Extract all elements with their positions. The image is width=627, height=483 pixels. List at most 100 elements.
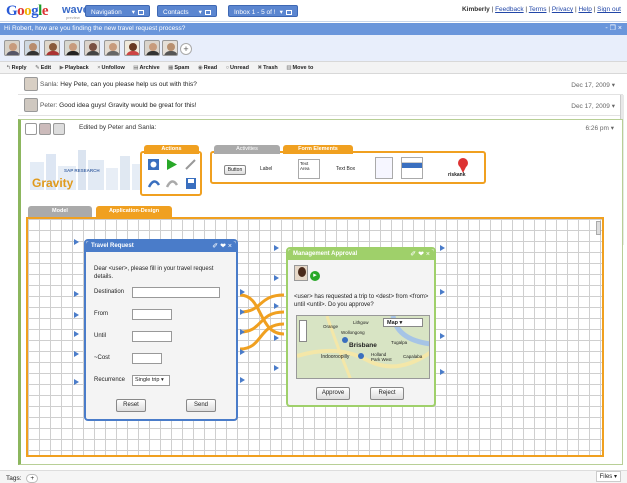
read-button[interactable]: ◉Read bbox=[198, 65, 217, 71]
map-type-select[interactable]: Map ▾ bbox=[383, 318, 423, 327]
archive-button[interactable]: ▤Archive bbox=[133, 65, 159, 71]
blip[interactable]: Peter: Good idea guys! Gravity would be … bbox=[18, 96, 623, 116]
from-input[interactable] bbox=[132, 309, 172, 320]
chevron-down-icon: ▾ bbox=[279, 9, 283, 16]
port-arrow[interactable] bbox=[240, 377, 245, 383]
spam-button[interactable]: ▦Spam bbox=[168, 65, 189, 71]
popout-icon[interactable] bbox=[285, 9, 292, 15]
avatar[interactable] bbox=[44, 40, 60, 56]
recurrence-select[interactable]: Single trip ▾ bbox=[132, 375, 170, 386]
cost-input[interactable] bbox=[132, 353, 162, 364]
tab-form-elements[interactable]: Form Elements bbox=[283, 145, 353, 154]
palette-label-element[interactable]: Label bbox=[260, 166, 272, 172]
port-arrow[interactable] bbox=[440, 245, 445, 251]
edit-button[interactable]: ✎Edit bbox=[35, 65, 51, 71]
google-logo[interactable]: Google bbox=[6, 3, 49, 20]
travel-request-form-node[interactable]: Travel Request ✐ ❤ × Dear <user>, please… bbox=[84, 239, 238, 421]
palette-textarea-element[interactable]: Text Area bbox=[298, 159, 320, 179]
blip-date[interactable]: Dec 17, 2009 ▾ bbox=[571, 81, 615, 89]
chevron-down-icon: ▾ bbox=[131, 9, 135, 16]
add-tag-button[interactable]: + bbox=[26, 474, 39, 483]
unread-button[interactable]: ○Unread bbox=[226, 65, 249, 71]
playback-button[interactable]: ▶Playback bbox=[60, 65, 89, 71]
reject-button[interactable]: Reject bbox=[370, 387, 404, 400]
blip-time[interactable]: 6:26 pm ▾ bbox=[585, 124, 614, 132]
port-arrow[interactable] bbox=[74, 351, 79, 357]
redo-icon bbox=[165, 180, 179, 188]
port-arrow[interactable] bbox=[74, 331, 79, 337]
avatar[interactable] bbox=[104, 40, 120, 56]
map-zoom-control[interactable] bbox=[299, 320, 307, 342]
map-place-label: Holland Park West bbox=[371, 352, 392, 362]
destination-input[interactable] bbox=[132, 287, 220, 298]
contacts-button[interactable]: Contacts ▾ bbox=[157, 5, 217, 17]
node-controls[interactable]: ✐ ❤ × bbox=[410, 250, 430, 258]
palette-textbox-element[interactable]: Text Box bbox=[336, 166, 355, 172]
send-button[interactable]: Send bbox=[186, 399, 216, 412]
port-arrow[interactable] bbox=[274, 275, 279, 281]
avatar[interactable] bbox=[24, 40, 40, 56]
sign-out-link[interactable]: Sign out bbox=[597, 6, 621, 13]
port-arrow[interactable] bbox=[440, 333, 445, 339]
tab-application-design[interactable]: Application-Design bbox=[96, 206, 172, 217]
port-arrow[interactable] bbox=[440, 369, 445, 375]
node-controls[interactable]: ✐ ❤ × bbox=[212, 242, 232, 250]
reset-button[interactable]: Reset bbox=[116, 399, 146, 412]
reply-button[interactable]: ↰Reply bbox=[6, 65, 27, 71]
port-arrow[interactable] bbox=[240, 329, 245, 335]
feedback-link[interactable]: Feedback bbox=[495, 6, 524, 13]
wave-title: Hi Robert, how are you finding the new t… bbox=[4, 25, 186, 32]
port-arrow[interactable] bbox=[74, 291, 79, 297]
blip-date[interactable]: Dec 17, 2009 ▾ bbox=[571, 102, 615, 110]
popout-icon[interactable] bbox=[137, 9, 144, 15]
avatar[interactable] bbox=[4, 40, 20, 56]
port-arrow[interactable] bbox=[274, 303, 279, 309]
palette-map-element-label: riskank bbox=[448, 172, 466, 178]
help-link[interactable]: Help bbox=[578, 6, 591, 13]
unfollow-button[interactable]: ×Unfollow bbox=[97, 65, 124, 71]
port-arrow[interactable] bbox=[274, 365, 279, 371]
files-button[interactable]: Files ▾ bbox=[595, 471, 621, 482]
popout-icon[interactable] bbox=[204, 9, 211, 15]
privacy-link[interactable]: Privacy bbox=[552, 6, 573, 13]
port-arrow[interactable] bbox=[74, 379, 79, 385]
navigation-button[interactable]: Navigation ▾ bbox=[85, 5, 150, 17]
avatar[interactable] bbox=[64, 40, 80, 56]
port-arrow[interactable] bbox=[440, 289, 445, 295]
trash-button[interactable]: ✖Trash bbox=[258, 65, 278, 71]
port-arrow[interactable] bbox=[274, 335, 279, 341]
tab-activities[interactable]: Activities bbox=[214, 145, 280, 154]
map-view[interactable]: Map ▾ Orange Lithgow Wollongong Brisbane… bbox=[296, 315, 430, 379]
play-icon bbox=[167, 159, 177, 170]
avatar[interactable] bbox=[144, 40, 160, 56]
design-canvas[interactable]: Travel Request ✐ ❤ × Dear <user>, please… bbox=[26, 217, 604, 457]
add-participant-button[interactable]: + bbox=[180, 43, 192, 55]
until-input[interactable] bbox=[132, 331, 172, 342]
map-place-label: Capalaba bbox=[403, 354, 423, 359]
move-to-button[interactable]: ▥Move to bbox=[286, 65, 313, 71]
play-icon[interactable]: ▸ bbox=[310, 271, 320, 281]
avatar[interactable] bbox=[84, 40, 100, 56]
port-arrow[interactable] bbox=[240, 289, 245, 295]
avatar[interactable] bbox=[162, 40, 178, 56]
port-arrow[interactable] bbox=[240, 309, 245, 315]
palette-list-element[interactable] bbox=[375, 157, 393, 179]
window-controls[interactable]: - ❐ × bbox=[605, 24, 622, 32]
tab-model[interactable]: Model bbox=[28, 206, 92, 217]
palette-button-element[interactable]: Button bbox=[224, 165, 246, 175]
gravity-logo: Gravity bbox=[32, 176, 74, 190]
palette-dropdown-element[interactable] bbox=[401, 157, 423, 179]
inbox-button[interactable]: Inbox 1 - 5 of ! ▾ bbox=[228, 5, 298, 17]
port-arrow[interactable] bbox=[240, 349, 245, 355]
blip[interactable]: Sanla: Hey Pete, can you please help us … bbox=[18, 75, 623, 95]
management-approval-node[interactable]: Management Approval ✐ ❤ × ▸ <user> has r… bbox=[286, 247, 436, 407]
port-arrow[interactable] bbox=[274, 245, 279, 251]
participants-bar: + bbox=[0, 35, 627, 61]
approve-button[interactable]: Approve bbox=[316, 387, 350, 400]
port-arrow[interactable] bbox=[74, 239, 79, 245]
port-arrow[interactable] bbox=[74, 312, 79, 318]
terms-link[interactable]: Terms bbox=[529, 6, 547, 13]
canvas-scrollbar[interactable] bbox=[596, 221, 601, 235]
map-place-label: Tugalpa bbox=[391, 340, 408, 345]
avatar[interactable] bbox=[124, 40, 140, 56]
